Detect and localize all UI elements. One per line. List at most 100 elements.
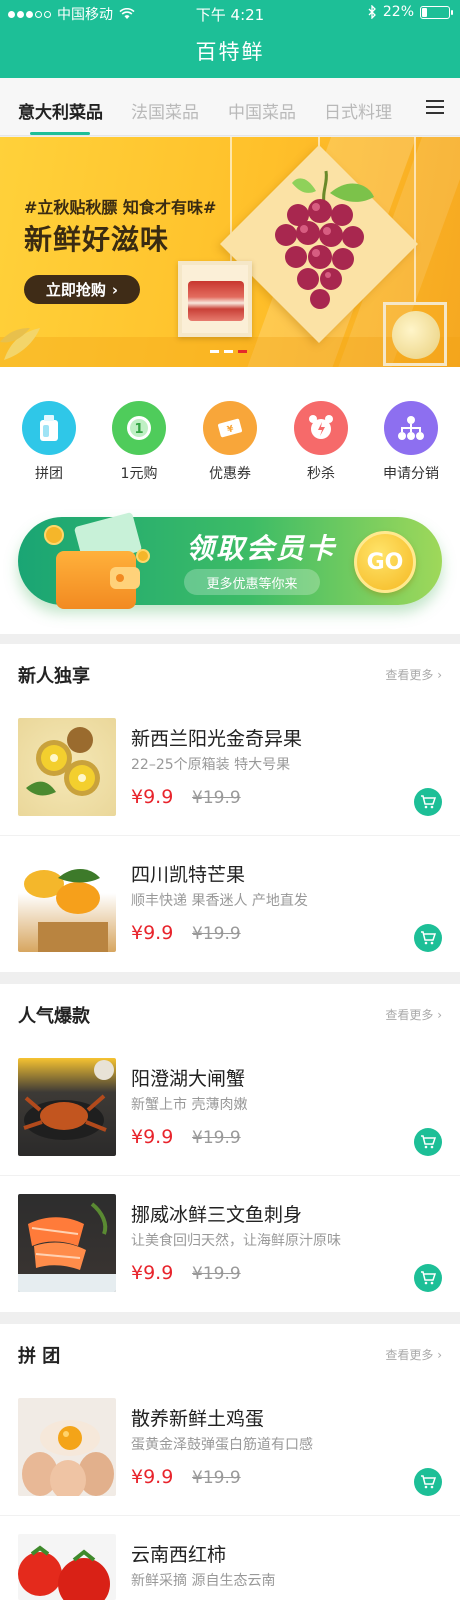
bottle-icon (22, 401, 76, 455)
product-original-price: ¥19.9 (192, 1128, 241, 1148)
banner-tag: #立秋贴秋膘 知食才有味# (24, 198, 217, 217)
quick-link-label: 申请分销 (383, 466, 439, 482)
quick-link-label: 优惠券 (209, 466, 251, 482)
cart-icon (421, 931, 436, 945)
page-title: 百特鲜 (195, 40, 265, 64)
promo-banner[interactable]: #立秋贴秋膘 知食才有味# 新鲜好滋味 立即抢购 › (0, 137, 460, 367)
see-more-label: 查看更多 (385, 1008, 434, 1022)
coin-icon (44, 525, 64, 545)
bluetooth-icon (368, 5, 376, 19)
see-more-label: 查看更多 (385, 668, 434, 682)
product-desc: 22–25个原箱装 特大号果 (131, 757, 291, 773)
tab-chinese[interactable]: 中国菜品 (228, 98, 296, 123)
menu-icon[interactable] (426, 100, 444, 114)
product-original-price: ¥19.9 (192, 1468, 241, 1488)
see-more-link[interactable]: 查看更多 › (385, 1346, 442, 1363)
see-more-link[interactable]: 查看更多 › (385, 666, 442, 683)
product-name: 阳澄湖大闸蟹 (131, 1068, 246, 1090)
section-new-users: 新人独享 查看更多 › 新西兰阳光金奇异果 22–25个原箱装 特大号果 ¥9.… (0, 644, 460, 972)
tab-french[interactable]: 法国菜品 (131, 98, 199, 123)
product-name: 云南西红柿 (131, 1544, 227, 1566)
ticket-icon: ¥ (203, 401, 257, 455)
banner-indicators (210, 350, 247, 353)
product-item[interactable]: 云南西红柿 新鲜采摘 源自生态云南 (0, 1516, 460, 1600)
tab-italian[interactable]: 意大利菜品 (18, 98, 103, 123)
section-popular: 人气爆款 查看更多 › 阳澄湖大闸蟹 新蟹上市 壳薄肉嫩 ¥9.9 ¥19.9 … (0, 984, 460, 1312)
status-bar: 中国移动 下午 4:21 22% (0, 0, 460, 26)
product-name: 挪威冰鲜三文鱼刺身 (131, 1204, 303, 1226)
section-title: 人气爆款 (18, 1006, 90, 1027)
section-header: 人气爆款 查看更多 › (0, 984, 460, 1040)
pear-image (383, 302, 447, 366)
product-desc: 新鲜采摘 源自生态云南 (131, 1573, 276, 1589)
product-price: ¥9.9 (131, 786, 174, 808)
add-to-cart-button[interactable] (414, 788, 442, 816)
product-price: ¥9.9 (131, 922, 174, 944)
banner-headline: 新鲜好滋味 (24, 223, 170, 256)
status-right: 22% (368, 4, 453, 20)
slide-indicator[interactable] (210, 350, 219, 353)
category-tabs: 意大利菜品 法国菜品 中国菜品 日式料理 (0, 78, 460, 136)
see-more-link[interactable]: 查看更多 › (385, 1006, 442, 1023)
product-image-kiwi (18, 718, 116, 816)
product-item[interactable]: 四川凯特芒果 顺丰快递 果香迷人 产地直发 ¥9.9 ¥19.9 (0, 836, 460, 972)
product-name: 四川凯特芒果 (131, 864, 246, 886)
product-name: 新西兰阳光金奇异果 (131, 728, 303, 750)
product-original-price: ¥19.9 (192, 924, 241, 944)
product-price: ¥9.9 (131, 1126, 174, 1148)
golden-leaf-icon (0, 328, 40, 360)
slide-indicator[interactable] (224, 350, 233, 353)
product-name: 散养新鲜土鸡蛋 (131, 1408, 265, 1430)
cart-icon (421, 1271, 436, 1285)
product-desc: 让美食回归天然，让海鲜原汁原味 (131, 1233, 341, 1249)
product-image-tomato (18, 1534, 116, 1600)
product-image-salmon (18, 1194, 116, 1292)
product-image-crab (18, 1058, 116, 1156)
battery-icon (420, 5, 453, 19)
buy-now-label: 立即抢购 (45, 281, 106, 299)
member-card-banner[interactable]: 领取会员卡 更多优惠等你来 GO (18, 511, 442, 609)
alarm-icon (294, 401, 348, 455)
buy-now-button[interactable]: 立即抢购 › (24, 275, 140, 304)
product-image-mango (18, 854, 116, 952)
coin-icon (136, 549, 150, 563)
chevron-right-icon: › (111, 280, 119, 299)
wallet-icon (56, 551, 140, 609)
slide-indicator[interactable] (238, 350, 247, 353)
add-to-cart-button[interactable] (414, 1264, 442, 1292)
tab-japanese[interactable]: 日式料理 (324, 98, 392, 123)
cart-icon (421, 1135, 436, 1149)
quick-link-label: 秒杀 (307, 466, 335, 482)
product-item[interactable]: 散养新鲜土鸡蛋 蛋黄金泽鼓弹蛋白筋道有口感 ¥9.9 ¥19.9 (0, 1380, 460, 1516)
quick-link-label: 拼团 (35, 466, 63, 482)
product-original-price: ¥19.9 (192, 1264, 241, 1284)
quick-link-label: 1元购 (120, 466, 158, 482)
product-desc: 蛋黄金泽鼓弹蛋白筋道有口感 (131, 1437, 313, 1453)
svg-text:1: 1 (134, 422, 143, 437)
quick-link-group-buy[interactable]: 拼团 (14, 401, 84, 483)
quick-link-one-yuan[interactable]: 1 1元购 (104, 401, 174, 483)
product-image-egg (18, 1398, 116, 1496)
add-to-cart-button[interactable] (414, 924, 442, 952)
add-to-cart-button[interactable] (414, 1468, 442, 1496)
quick-link-coupons[interactable]: ¥ 优惠券 (195, 401, 265, 483)
section-title: 新人独享 (18, 666, 90, 687)
product-desc: 新蟹上市 壳薄肉嫩 (131, 1097, 248, 1113)
app-header: 中国移动 下午 4:21 22% 百特鲜 (0, 0, 460, 78)
quick-links: 拼团 1 1元购 ¥ 优惠券 秒杀 申请分销 (0, 367, 460, 489)
add-to-cart-button[interactable] (414, 1128, 442, 1156)
cart-icon (421, 1475, 436, 1489)
see-more-label: 查看更多 (385, 1348, 434, 1362)
member-card-section: 领取会员卡 更多优惠等你来 GO (0, 489, 460, 634)
section-title: 拼 团 (18, 1346, 61, 1367)
member-card-title: 领取会员卡 (186, 532, 337, 565)
product-item[interactable]: 挪威冰鲜三文鱼刺身 让美食回归天然，让海鲜原汁原味 ¥9.9 ¥19.9 (0, 1176, 460, 1312)
quick-link-distribution[interactable]: 申请分销 (376, 401, 446, 483)
product-desc: 顺丰快递 果香迷人 产地直发 (131, 893, 308, 909)
go-button[interactable]: GO (354, 531, 416, 593)
section-header: 新人独享 查看更多 › (0, 644, 460, 700)
quick-link-flash-sale[interactable]: 秒杀 (286, 401, 356, 483)
section-group-buy: 拼 团 查看更多 › 散养新鲜土鸡蛋 蛋黄金泽鼓弹蛋白筋道有口感 ¥9.9 ¥1… (0, 1324, 460, 1600)
product-item[interactable]: 阳澄湖大闸蟹 新蟹上市 壳薄肉嫩 ¥9.9 ¥19.9 (0, 1040, 460, 1176)
product-item[interactable]: 新西兰阳光金奇异果 22–25个原箱装 特大号果 ¥9.9 ¥19.9 (0, 700, 460, 836)
